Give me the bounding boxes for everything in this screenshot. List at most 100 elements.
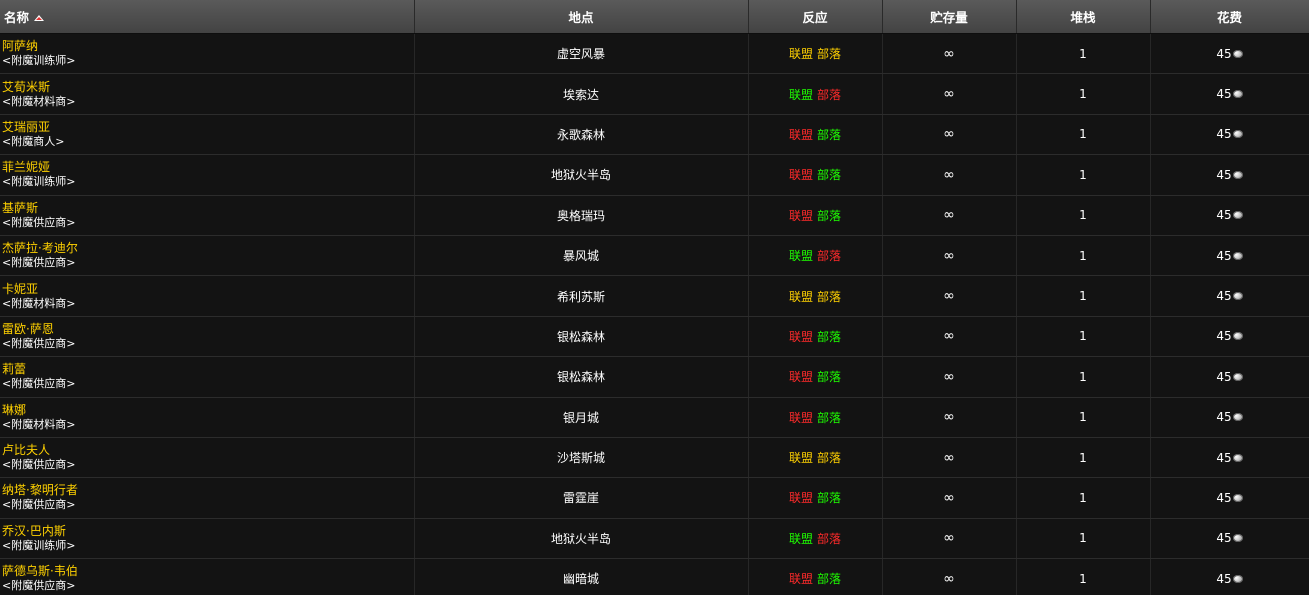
location-link[interactable]: 地狱火半岛 [551, 168, 611, 182]
stack-value: 1 [1079, 329, 1087, 344]
column-header-stack[interactable]: 堆栈 [1016, 0, 1151, 34]
npc-name-link[interactable]: 杰萨拉·考迪尔 [2, 241, 413, 256]
location-cell: 银月城 [414, 397, 749, 438]
table-row: 纳塔·黎明行者 <附魔供应商> 雷霆崖 联盟 部落 ∞ 1 45 [0, 477, 1309, 519]
location-link[interactable]: 银松森林 [557, 370, 605, 384]
location-cell: 地狱火半岛 [414, 154, 749, 196]
column-header-location[interactable]: 地点 [414, 0, 749, 34]
column-header-cost[interactable]: 花费 [1150, 0, 1309, 34]
column-header-name-label: 名称 [4, 10, 30, 25]
location-link[interactable]: 永歌森林 [557, 128, 605, 142]
reaction-horde: 部落 [817, 572, 842, 587]
npc-name-link[interactable]: 艾荀米斯 [2, 80, 413, 95]
cost: 45 [1216, 87, 1243, 101]
location-link[interactable]: 银月城 [563, 411, 599, 425]
location-link[interactable]: 沙塔斯城 [557, 451, 605, 465]
npc-name-link[interactable]: 琳娜 [2, 403, 413, 418]
npc-name-link[interactable]: 阿萨纳 [2, 39, 413, 54]
npc-name-link[interactable]: 雷欧·萨恩 [2, 322, 413, 337]
stock-value: ∞ [943, 126, 955, 143]
location-cell: 暴风城 [414, 235, 749, 277]
npc-name-link[interactable]: 基萨斯 [2, 201, 413, 216]
stock-cell: ∞ [882, 316, 1017, 358]
table-row: 杰萨拉·考迪尔 <附魔供应商> 暴风城 联盟 部落 ∞ 1 45 [0, 235, 1309, 277]
stock-cell: ∞ [882, 195, 1017, 236]
stack-cell: 1 [1016, 33, 1151, 75]
silver-coin-icon [1232, 493, 1243, 502]
location-cell: 虚空风暴 [414, 33, 749, 75]
reaction-horde: 部落 [817, 451, 842, 466]
npc-name-link[interactable]: 莉蕾 [2, 362, 413, 377]
location-link[interactable]: 奥格瑞玛 [557, 209, 605, 223]
npc-name-link[interactable]: 纳塔·黎明行者 [2, 483, 413, 498]
npc-name-link[interactable]: 卢比夫人 [2, 443, 413, 458]
stock-cell: ∞ [882, 73, 1017, 115]
stock-cell: ∞ [882, 235, 1017, 277]
reaction-cell: 联盟 部落 [748, 195, 883, 236]
stack-value: 1 [1079, 248, 1087, 263]
stack-value: 1 [1079, 571, 1087, 586]
cost: 45 [1216, 531, 1243, 545]
column-header-stock[interactable]: 贮存量 [882, 0, 1017, 34]
reaction-cell: 联盟 部落 [748, 114, 883, 156]
location-cell: 沙塔斯城 [414, 437, 749, 479]
table-row: 卢比夫人 <附魔供应商> 沙塔斯城 联盟 部落 ∞ 1 45 [0, 437, 1309, 479]
location-cell: 幽暗城 [414, 558, 749, 595]
location-link[interactable]: 雷霆崖 [563, 491, 599, 505]
cost: 45 [1216, 491, 1243, 505]
silver-coin-icon [1232, 372, 1243, 381]
npc-title: <附魔供应商> [2, 336, 76, 350]
reaction-alliance: 联盟 [788, 249, 813, 264]
reaction-horde: 部落 [817, 289, 842, 304]
silver-coin-icon [1232, 413, 1243, 422]
reaction-cell: 联盟 部落 [748, 477, 883, 519]
location-link[interactable]: 暴风城 [563, 249, 599, 263]
reaction-cell: 联盟 部落 [748, 154, 883, 196]
npc-name-link[interactable]: 艾瑞丽亚 [2, 120, 413, 135]
stock-value: ∞ [943, 328, 955, 345]
location-link[interactable]: 希利苏斯 [557, 290, 605, 304]
npc-title: <附魔商人> [2, 134, 65, 148]
column-header-reaction[interactable]: 反应 [748, 0, 883, 34]
stock-cell: ∞ [882, 275, 1017, 317]
npc-cell: 雷欧·萨恩 <附魔供应商> [0, 316, 415, 358]
location-link[interactable]: 银松森林 [557, 330, 605, 344]
location-cell: 希利苏斯 [414, 275, 749, 317]
silver-coin-icon [1232, 130, 1243, 139]
cost: 45 [1216, 572, 1243, 586]
reaction-alliance: 联盟 [788, 168, 813, 183]
cost-value: 45 [1216, 46, 1232, 61]
npc-name-link[interactable]: 萨德乌斯·韦伯 [2, 564, 413, 579]
reaction-horde: 部落 [817, 531, 842, 546]
npc-title: <附魔材料商> [2, 417, 76, 431]
cost-cell: 45 [1150, 195, 1309, 236]
cost: 45 [1216, 249, 1243, 263]
reaction-alliance: 联盟 [788, 208, 813, 223]
location-link[interactable]: 埃索达 [563, 88, 599, 102]
npc-title: <附魔供应商> [2, 579, 76, 593]
location-cell: 地狱火半岛 [414, 518, 749, 560]
cost-cell: 45 [1150, 316, 1309, 358]
location-link[interactable]: 虚空风暴 [557, 47, 605, 61]
stock-value: ∞ [943, 409, 955, 426]
location-cell: 永歌森林 [414, 114, 749, 156]
reaction-alliance: 联盟 [788, 370, 813, 385]
cost-cell: 45 [1150, 356, 1309, 398]
column-header-name[interactable]: 名称 [0, 0, 415, 34]
npc-name-link[interactable]: 菲兰妮娅 [2, 160, 413, 175]
location-link[interactable]: 幽暗城 [563, 572, 599, 586]
cost-cell: 45 [1150, 114, 1309, 156]
reaction-cell: 联盟 部落 [748, 235, 883, 277]
cost-cell: 45 [1150, 477, 1309, 519]
npc-cell: 艾荀米斯 <附魔材料商> [0, 73, 415, 115]
location-link[interactable]: 地狱火半岛 [551, 532, 611, 546]
stack-cell: 1 [1016, 114, 1151, 156]
location-cell: 埃索达 [414, 73, 749, 115]
table-row: 雷欧·萨恩 <附魔供应商> 银松森林 联盟 部落 ∞ 1 45 [0, 316, 1309, 358]
table-row: 阿萨纳 <附魔训练师> 虚空风暴 联盟 部落 ∞ 1 45 [0, 33, 1309, 75]
reaction-horde: 部落 [817, 370, 842, 385]
reaction-alliance: 联盟 [788, 87, 813, 102]
npc-name-link[interactable]: 卡妮亚 [2, 282, 413, 297]
reaction-horde: 部落 [817, 249, 842, 264]
npc-name-link[interactable]: 乔汉·巴内斯 [2, 524, 413, 539]
